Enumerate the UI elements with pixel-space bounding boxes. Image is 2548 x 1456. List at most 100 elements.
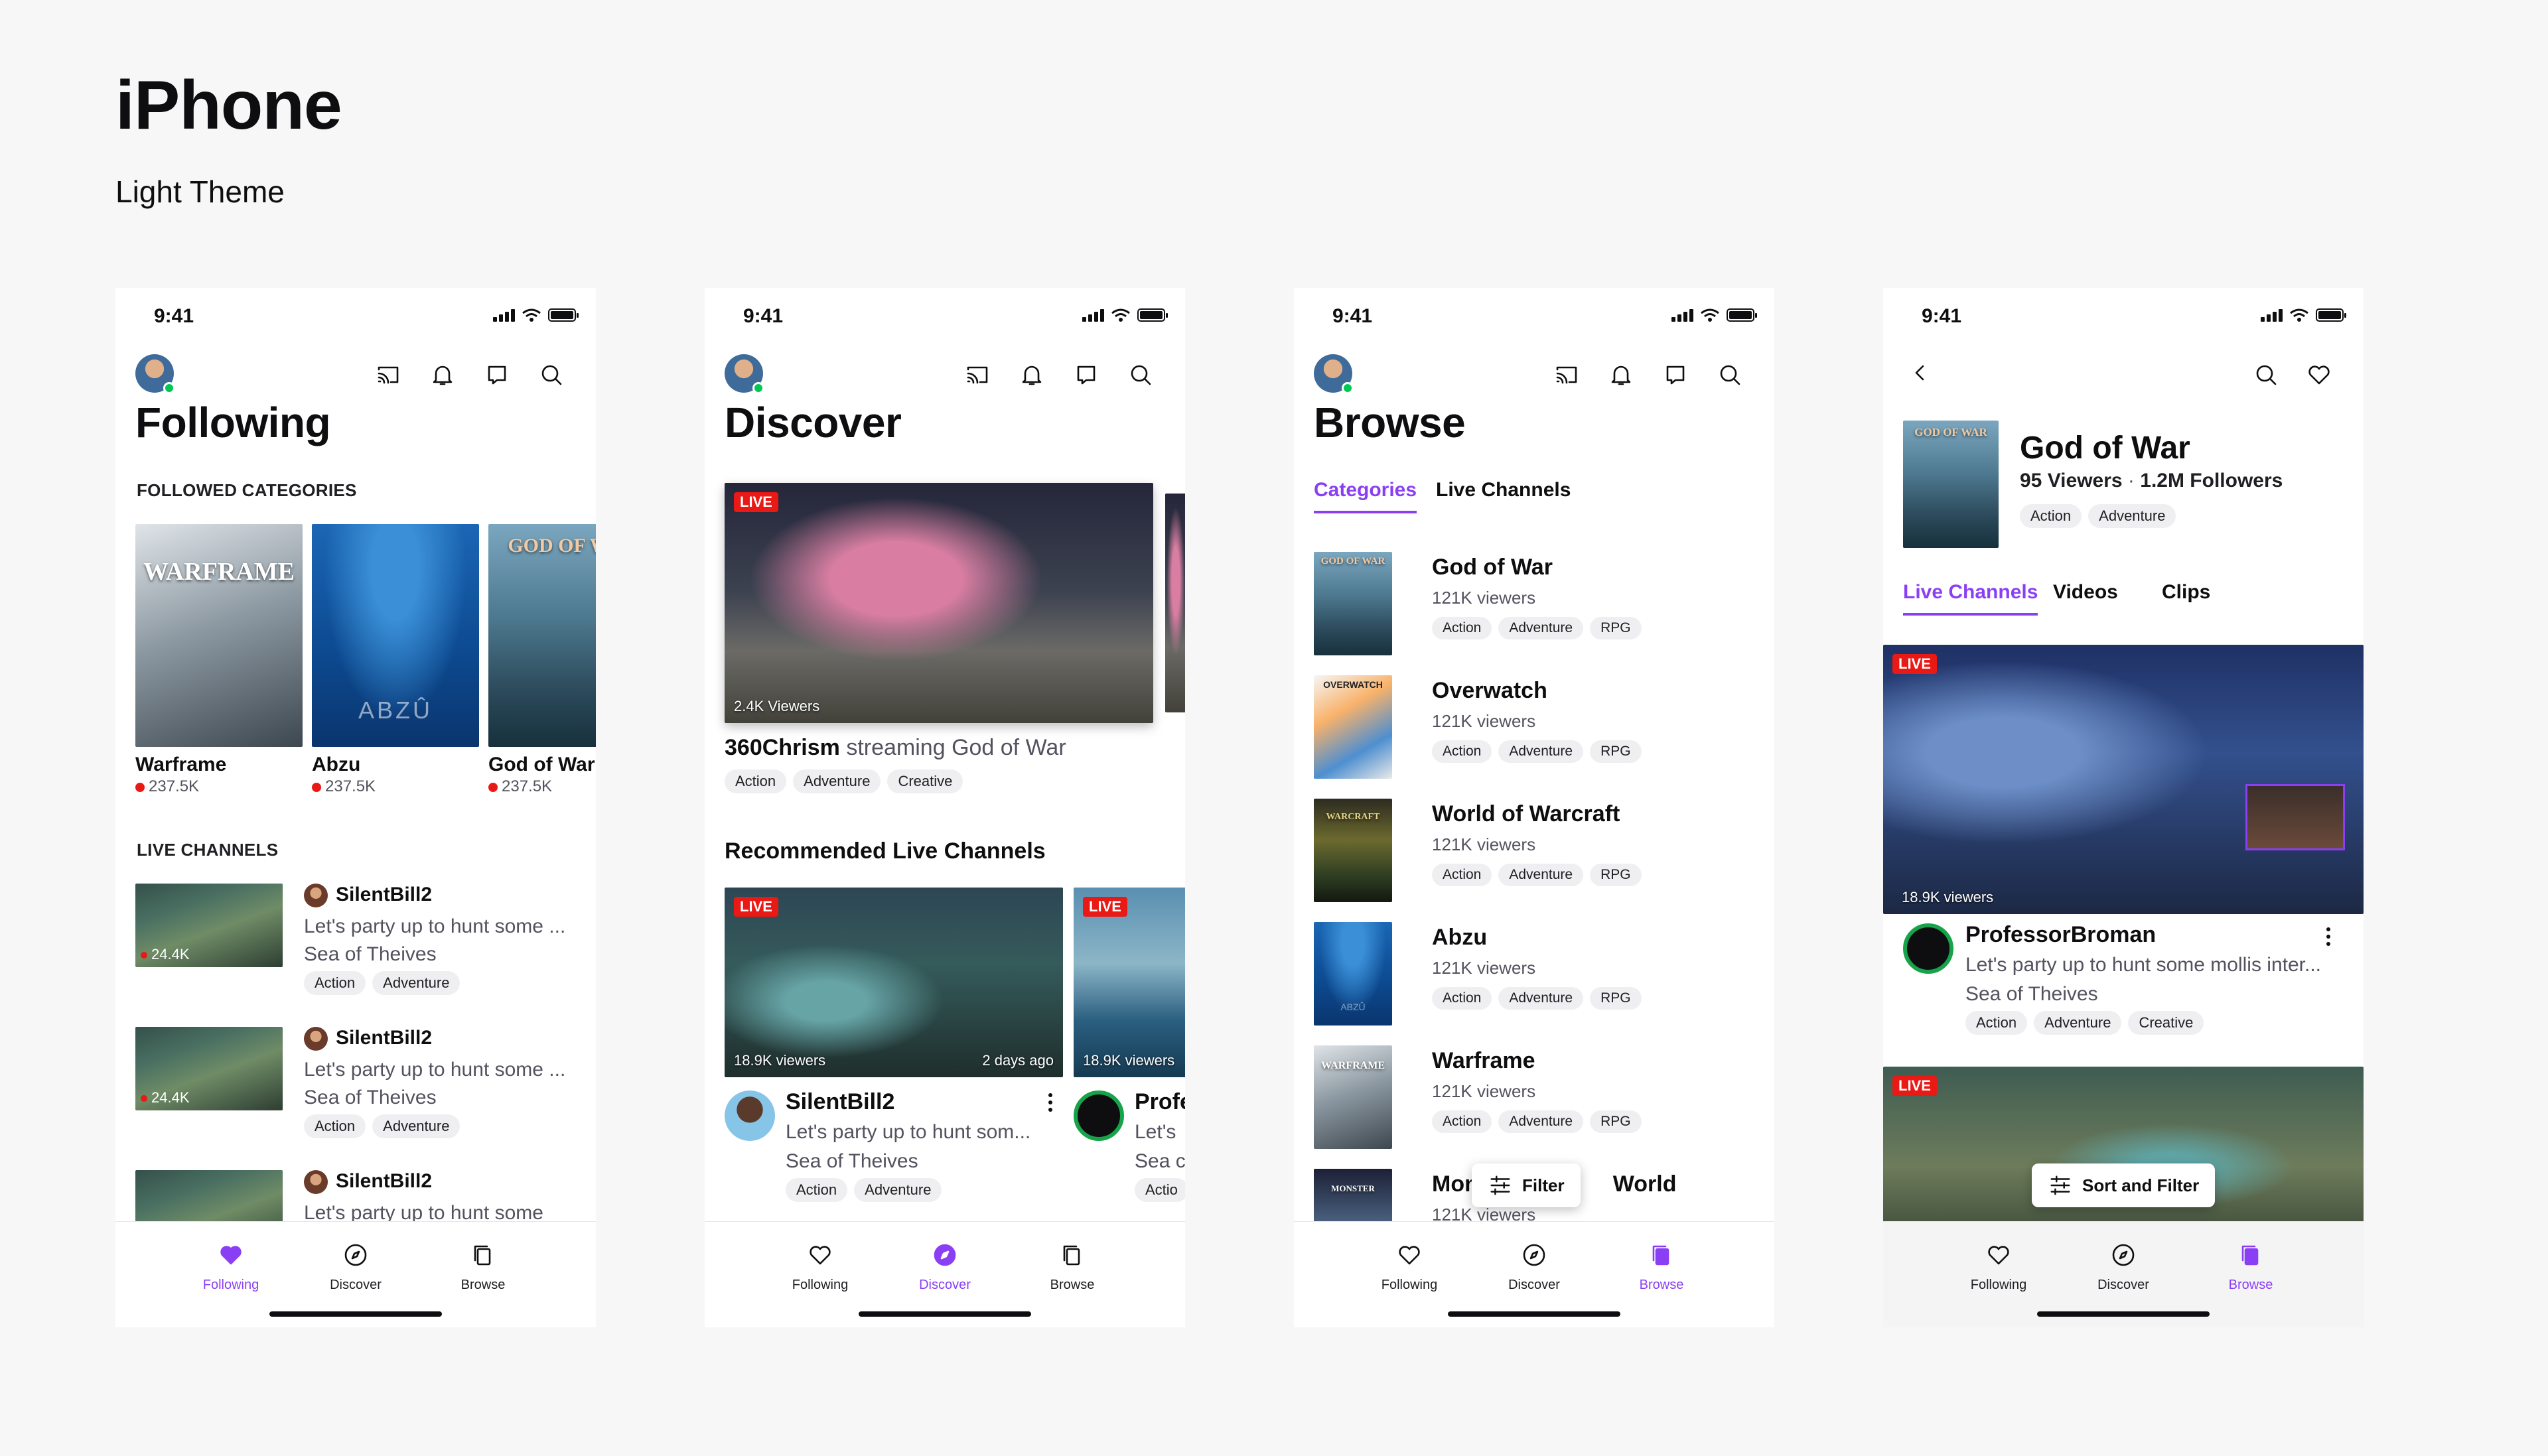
category-viewers: 121K viewers: [1432, 1081, 1536, 1101]
tag[interactable]: Actio: [1135, 1178, 1185, 1202]
tab-discover[interactable]: Discover: [1481, 1242, 1587, 1293]
streamer-name[interactable]: 360Chrism: [725, 735, 840, 760]
tab-live-channels[interactable]: Live Channels: [1436, 479, 1571, 501]
search-icon[interactable]: [536, 360, 567, 390]
tag[interactable]: Action: [1965, 1011, 2028, 1035]
channel-avatar[interactable]: [1903, 923, 1953, 974]
channel-row[interactable]: 24.4K SilentBill2 Let's party up to hunt…: [135, 884, 580, 1016]
search-icon[interactable]: [1715, 360, 1745, 390]
tag[interactable]: Adventure: [793, 769, 881, 793]
inbox-icon[interactable]: [1071, 360, 1101, 390]
tab-live-channels[interactable]: Live Channels: [1903, 581, 2038, 616]
tag[interactable]: Action: [786, 1178, 848, 1202]
category-card[interactable]: ABZÛ Abzu 237.5K: [312, 524, 479, 803]
user-avatar[interactable]: [1314, 354, 1354, 394]
tag[interactable]: Action: [304, 1114, 366, 1138]
tag[interactable]: RPG: [1590, 864, 1642, 886]
category-row[interactable]: GOD OF WAR God of War 121K viewers Actio…: [1314, 552, 1752, 658]
tag[interactable]: Creative: [887, 769, 963, 793]
channel-avatar[interactable]: [1074, 1091, 1124, 1141]
recommended-card[interactable]: LIVE 18.9K viewers 2 days ago SilentBill…: [725, 888, 1063, 1206]
recommended-card[interactable]: LIVE 18.9K viewers Profe Let's Sea c Act…: [1074, 888, 1185, 1206]
tag[interactable]: Adventure: [2034, 1011, 2122, 1035]
tag[interactable]: Action: [1432, 740, 1492, 763]
tag[interactable]: Action: [2020, 504, 2082, 528]
category-row[interactable]: OVERWATCH Overwatch 121K viewers Action A…: [1314, 675, 1752, 781]
bell-icon[interactable]: [427, 360, 458, 390]
filter-button[interactable]: Filter: [1472, 1163, 1581, 1207]
game-link[interactable]: God of War: [952, 735, 1066, 760]
tag[interactable]: Adventure: [854, 1178, 942, 1202]
cast-icon[interactable]: [1551, 360, 1582, 390]
channel-avatar[interactable]: [725, 1091, 775, 1141]
heart-icon[interactable]: [2304, 360, 2334, 390]
tab-categories[interactable]: Categories: [1314, 479, 1417, 513]
tag[interactable]: Adventure: [372, 971, 460, 995]
tab-following[interactable]: Following: [178, 1242, 284, 1293]
category-row[interactable]: WARCRAFT World of Warcraft 121K viewers …: [1314, 799, 1752, 905]
tag[interactable]: Action: [725, 769, 787, 793]
tag[interactable]: RPG: [1590, 740, 1642, 763]
tag[interactable]: Adventure: [1498, 987, 1584, 1010]
tag[interactable]: Adventure: [1498, 1110, 1584, 1133]
user-avatar[interactable]: [725, 354, 764, 394]
category-card[interactable]: GOD OF WAR God of War 237.5K: [488, 524, 596, 803]
tab-discover[interactable]: Discover: [303, 1242, 409, 1293]
tag[interactable]: Action: [1432, 987, 1492, 1010]
signal-icon: [493, 308, 515, 322]
tab-videos[interactable]: Videos: [2053, 581, 2118, 604]
inbox-icon[interactable]: [482, 360, 512, 390]
back-icon[interactable]: [1907, 360, 1934, 389]
search-icon[interactable]: [1125, 360, 1156, 390]
viewer-count: 18.9K viewers: [1902, 889, 1994, 905]
live-badge: LIVE: [734, 897, 778, 917]
tag[interactable]: Action: [1432, 1110, 1492, 1133]
sort-filter-button[interactable]: Sort and Filter: [2032, 1163, 2216, 1207]
tab-browse[interactable]: Browse: [2198, 1242, 2304, 1293]
cast-icon[interactable]: [962, 360, 993, 390]
featured-stream[interactable]: LIVE 2.4K Viewers: [725, 483, 1153, 723]
viewer-count: 24.4K: [141, 1089, 190, 1106]
game-stats: 95 Viewers · 1.2M Followers: [2020, 470, 2283, 492]
stream-thumbnail[interactable]: LIVE 18.9K viewers: [1883, 645, 2364, 914]
channel-row[interactable]: 24.4K SilentBill2 Let's party up to hunt…: [135, 1027, 580, 1159]
tag[interactable]: Action: [1432, 617, 1492, 639]
search-icon[interactable]: [2251, 360, 2281, 390]
tab-browse[interactable]: Browse: [1019, 1242, 1125, 1293]
tab-following[interactable]: Following: [1946, 1242, 2052, 1293]
followed-categories-label: FOLLOWED CATEGORIES: [137, 480, 357, 500]
tab-clips[interactable]: Clips: [2162, 581, 2210, 604]
tag[interactable]: Adventure: [372, 1114, 460, 1138]
tag[interactable]: Action: [304, 971, 366, 995]
tab-following[interactable]: Following: [1356, 1242, 1462, 1293]
tab-following[interactable]: Following: [767, 1242, 873, 1293]
featured-stream-next[interactable]: [1165, 494, 1185, 712]
tab-discover[interactable]: Discover: [892, 1242, 998, 1293]
category-card[interactable]: WARFRAME Warframe 237.5K: [135, 524, 303, 803]
tag[interactable]: RPG: [1590, 1110, 1642, 1133]
tag[interactable]: Action: [1432, 864, 1492, 886]
battery-icon: [2316, 308, 2346, 322]
more-options-icon[interactable]: [1047, 1093, 1054, 1112]
tag[interactable]: Creative: [2128, 1011, 2204, 1035]
tag[interactable]: Adventure: [1498, 740, 1584, 763]
tag[interactable]: Adventure: [1498, 864, 1584, 886]
category-row[interactable]: ABZÛ Abzu 121K viewers Action Adventure RP…: [1314, 922, 1752, 1028]
bell-icon[interactable]: [1606, 360, 1636, 390]
tag[interactable]: RPG: [1590, 987, 1642, 1010]
tab-browse[interactable]: Browse: [1608, 1242, 1715, 1293]
inbox-icon[interactable]: [1660, 360, 1691, 390]
bell-icon[interactable]: [1017, 360, 1047, 390]
live-channels-label: LIVE CHANNELS: [137, 840, 279, 860]
tag[interactable]: Adventure: [1498, 617, 1584, 639]
user-avatar[interactable]: [135, 354, 175, 394]
more-options-icon[interactable]: [2325, 927, 2332, 946]
tab-discover[interactable]: Discover: [2070, 1242, 2176, 1293]
tab-label: Following: [792, 1278, 849, 1292]
cast-icon[interactable]: [373, 360, 403, 390]
tag[interactable]: RPG: [1590, 617, 1642, 639]
category-row[interactable]: WARFRAME Warframe 121K viewers Action Adv…: [1314, 1045, 1752, 1152]
webcam-overlay: [2245, 784, 2345, 850]
tab-browse[interactable]: Browse: [430, 1242, 536, 1293]
tag[interactable]: Adventure: [2088, 504, 2176, 528]
